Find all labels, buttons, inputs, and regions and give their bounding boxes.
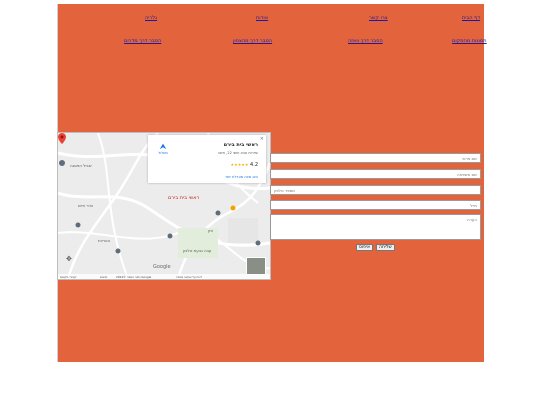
nav-link-photos[interactable]: תמונות מהמקום (452, 38, 487, 44)
nav-link-contact[interactable]: צרו קשר (369, 15, 388, 21)
footer-report[interactable]: דיווח על שגיאה במפה (176, 275, 202, 279)
directions-icon: ⮝ (159, 142, 167, 151)
nav-link-north-directions[interactable]: הסבר דרך מהצפון (233, 38, 272, 44)
email-field[interactable] (270, 200, 481, 210)
place-info-card: × ⮝ מסלול ראשי בית בירם שדרות אבא חושי 2… (148, 135, 266, 183)
pin-label: ראשי בית בירם (168, 195, 200, 201)
last-name-field[interactable] (270, 169, 481, 179)
rating-stars: ★★★★★ (230, 162, 249, 167)
place-title: ראשי בית בירם (223, 142, 258, 148)
street-label: הנוריות (98, 238, 111, 243)
message-field[interactable] (270, 214, 481, 240)
street-label: עבה גבעת טלבון (183, 248, 212, 253)
embedded-map[interactable]: שביל הפסגה הדר חיים חזן הנוריות עבה גבעת… (57, 132, 271, 280)
footer-terms[interactable]: תנאים (100, 275, 107, 279)
nav-link-south-directions[interactable]: הסבר דרך מדרום (124, 38, 161, 44)
google-logo: Google (153, 264, 171, 270)
send-button[interactable]: שליחה (376, 244, 395, 251)
place-address: שדרות אבא חושי 22, חיפה (217, 151, 258, 155)
map-footer: קיצורי מקשים נתוני המפה ©2024 Google תנא… (58, 274, 270, 279)
footer-shortcuts[interactable]: קיצורי מקשים (60, 275, 76, 279)
footer-map-data: נתוני המפה ©2024 Google (116, 275, 152, 279)
first-name-field[interactable] (270, 153, 481, 163)
place-rating: ★★★★★ 4.2 (230, 162, 258, 168)
larger-map-link[interactable]: הצג מפה מוגדלת יותר (225, 175, 258, 179)
phone-field[interactable] (270, 185, 481, 195)
nav-link-gallery[interactable]: גלריה (145, 15, 157, 21)
nav-link-about[interactable]: אודות (256, 15, 268, 21)
directions-button[interactable]: ⮝ מסלול (152, 142, 174, 156)
map-pin-icon[interactable] (58, 133, 66, 144)
street-label: חזן (208, 228, 214, 233)
street-label: שביל הפסגה (70, 163, 92, 168)
satellite-toggle[interactable] (246, 257, 266, 275)
nav-link-home[interactable]: דף הבית (462, 15, 480, 21)
close-icon[interactable]: × (260, 136, 264, 142)
pan-control-icon[interactable]: ✥ (66, 255, 72, 263)
nav-link-waze[interactable]: הסבר דרך וואזה (348, 38, 383, 44)
reset-button[interactable]: איפוס (356, 244, 373, 251)
street-label: הדר חיים (78, 203, 94, 208)
